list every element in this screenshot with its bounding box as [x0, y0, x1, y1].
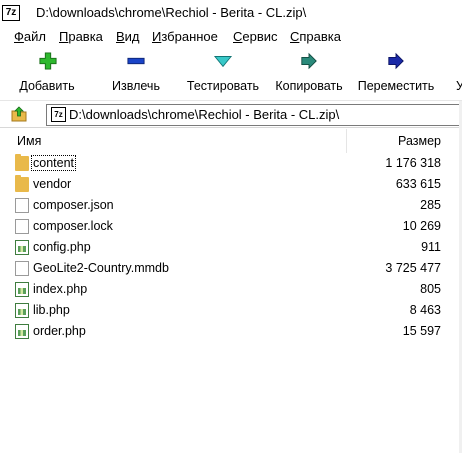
menu-help[interactable]: Справка: [290, 29, 341, 44]
move-arrow-icon: [388, 52, 404, 70]
address-input[interactable]: 7z D:\downloads\chrome\Rechiol - Berita …: [46, 104, 462, 126]
column-size-header[interactable]: Размер: [398, 134, 441, 148]
extract-button[interactable]: Извлечь: [96, 48, 176, 98]
copy-button[interactable]: Копировать: [268, 48, 350, 98]
folder-icon: [15, 154, 29, 171]
check-arrow-icon: [213, 56, 233, 68]
file-icon: [15, 198, 29, 213]
file-size: 3 725 477: [385, 261, 441, 275]
move-button-label: Переместить: [357, 79, 435, 93]
menu-edit[interactable]: Правка: [59, 29, 103, 44]
delete-button-label: У: [456, 79, 462, 93]
title-bar: 7z D:\downloads\chrome\Rechiol - Berita …: [0, 0, 462, 26]
file-name: GeoLite2-Country.mmdb: [33, 261, 169, 275]
window-title: D:\downloads\chrome\Rechiol - Berita - C…: [36, 5, 307, 20]
list-item[interactable]: vendor 633 615: [0, 174, 462, 195]
file-size: 285: [420, 198, 441, 212]
menu-file[interactable]: Файл: [14, 29, 46, 44]
toolbar: Добавить Извлечь Тестировать Копировать …: [0, 48, 462, 101]
column-divider[interactable]: [346, 129, 347, 153]
list-item[interactable]: order.php 15 597: [0, 321, 462, 342]
app-logo-icon: 7z: [2, 5, 20, 21]
file-size: 633 615: [395, 177, 441, 191]
list-item[interactable]: index.php 805: [0, 279, 462, 300]
extract-button-label: Извлечь: [112, 79, 160, 93]
menu-view[interactable]: Вид: [116, 29, 140, 44]
list-item[interactable]: GeoLite2-Country.mmdb 3 725 477: [0, 258, 462, 279]
file-size: 8 463: [409, 303, 441, 317]
folder-up-icon[interactable]: [10, 105, 28, 123]
file-size: 805: [420, 282, 441, 296]
file-size: 10 269: [402, 219, 441, 233]
php-file-icon: [15, 282, 29, 297]
list-item[interactable]: config.php 911: [0, 237, 462, 258]
plus-icon: [39, 52, 57, 70]
file-name: lib.php: [33, 303, 70, 317]
file-size: 911: [421, 240, 441, 254]
copy-button-label: Копировать: [275, 79, 343, 93]
menu-bar: Файл Правка Вид Избранное Сервис Справка: [0, 27, 462, 47]
archive-icon: 7z: [51, 107, 66, 122]
file-name: content: [30, 155, 77, 171]
minus-icon: [127, 57, 145, 65]
file-size: 15 597: [402, 324, 441, 338]
add-button[interactable]: Добавить: [4, 48, 90, 98]
column-name-header[interactable]: Имя: [17, 134, 41, 148]
list-item[interactable]: content 1 176 318: [0, 153, 462, 174]
add-button-label: Добавить: [19, 79, 75, 93]
file-name: vendor: [33, 177, 72, 191]
file-name: index.php: [33, 282, 88, 296]
file-size: 1 176 318: [385, 156, 441, 170]
menu-tools[interactable]: Сервис: [233, 29, 278, 44]
file-name: composer.json: [33, 198, 114, 212]
column-header: Имя Размер: [0, 129, 462, 153]
php-file-icon: [15, 324, 29, 339]
list-item[interactable]: lib.php 8 463: [0, 300, 462, 321]
file-icon: [15, 219, 29, 234]
address-path: D:\downloads\chrome\Rechiol - Berita - C…: [69, 107, 340, 122]
menu-favorites[interactable]: Избранное: [152, 29, 218, 44]
delete-button[interactable]: У: [442, 48, 462, 98]
php-file-icon: [15, 240, 29, 255]
file-name: config.php: [33, 240, 91, 254]
folder-icon: [15, 175, 29, 192]
list-item[interactable]: composer.lock 10 269: [0, 216, 462, 237]
file-name: order.php: [33, 324, 86, 338]
address-bar: 7z D:\downloads\chrome\Rechiol - Berita …: [0, 101, 462, 128]
test-button[interactable]: Тестировать: [178, 48, 268, 98]
test-button-label: Тестировать: [186, 79, 260, 93]
move-button[interactable]: Переместить: [352, 48, 440, 98]
php-file-icon: [15, 303, 29, 318]
list-item[interactable]: composer.json 285: [0, 195, 462, 216]
file-name: composer.lock: [33, 219, 113, 233]
file-icon: [15, 261, 29, 276]
copy-arrow-icon: [301, 52, 317, 70]
